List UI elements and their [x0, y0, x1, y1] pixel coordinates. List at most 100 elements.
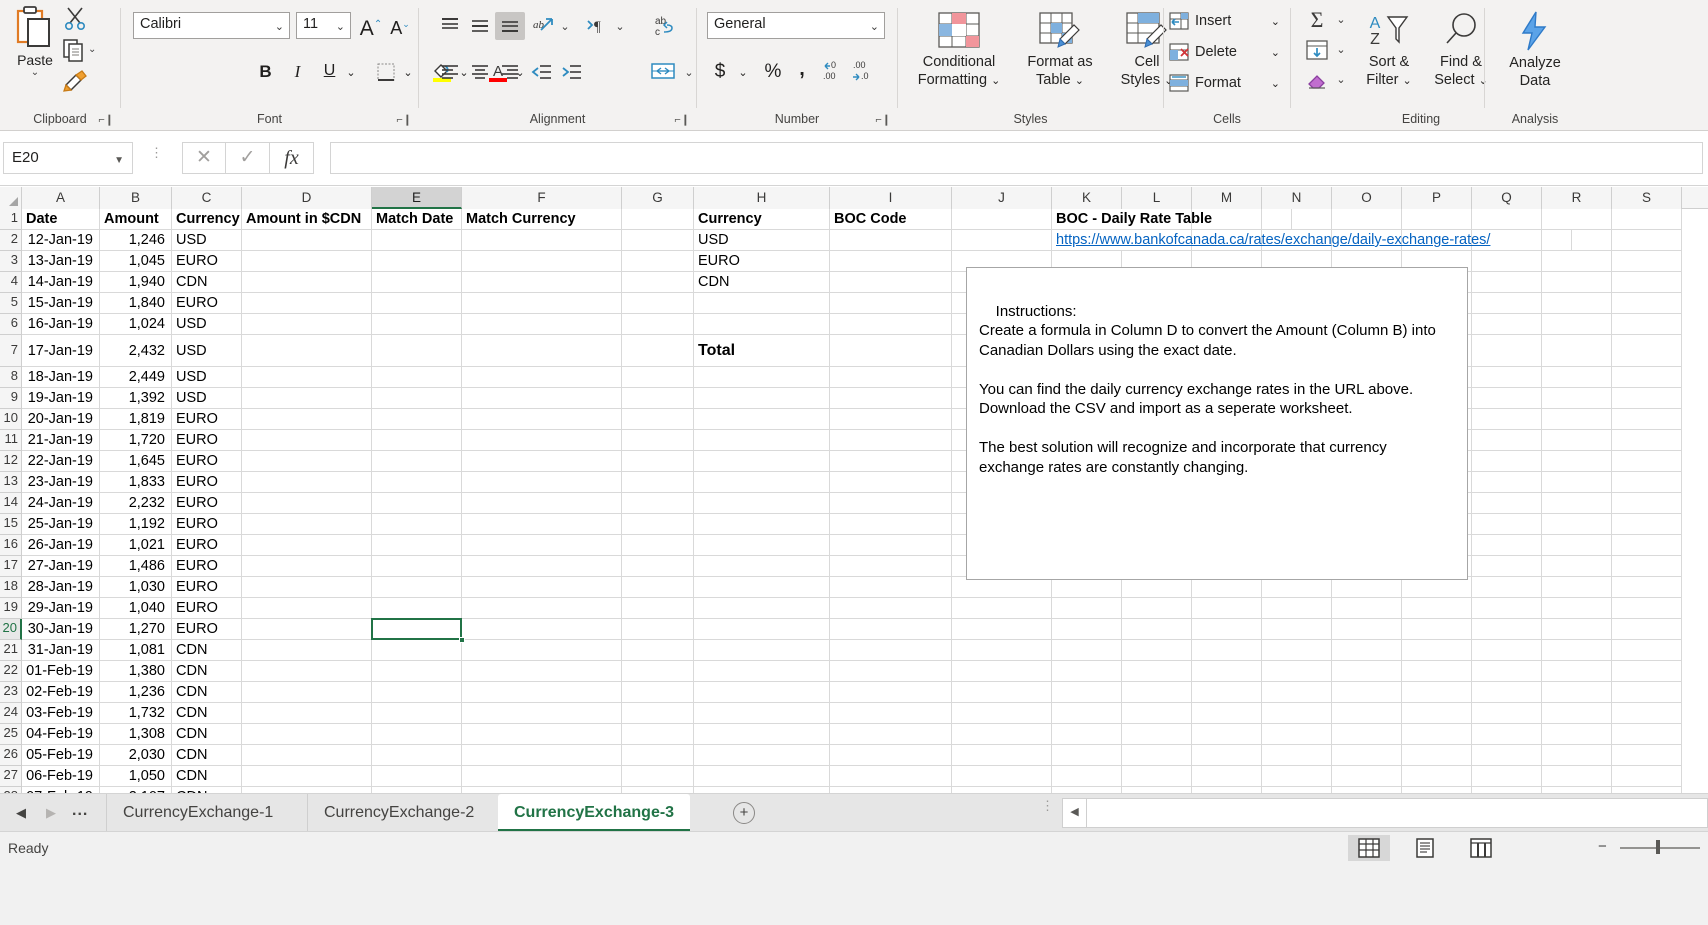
row-header-25[interactable]: 25 — [0, 724, 22, 745]
paste-button[interactable]: Paste ⌄ — [8, 4, 62, 100]
cell-S5[interactable] — [1612, 293, 1682, 314]
cell-D7[interactable] — [242, 335, 372, 367]
cell-R4[interactable] — [1542, 272, 1612, 293]
cell-O27[interactable] — [1332, 766, 1402, 787]
cell-F14[interactable] — [462, 493, 622, 514]
cell-D6[interactable] — [242, 314, 372, 335]
zoom-out-button[interactable]: − — [1598, 838, 1607, 855]
cell-S12[interactable] — [1612, 451, 1682, 472]
orientation-button[interactable]: ab — [529, 12, 557, 40]
cell-M22[interactable] — [1192, 661, 1262, 682]
cell-I6[interactable] — [830, 314, 952, 335]
cell-H16[interactable] — [694, 535, 830, 556]
cell-Q9[interactable] — [1472, 388, 1542, 409]
row-header-23[interactable]: 23 — [0, 682, 22, 703]
cell-B14[interactable]: 2,232 — [100, 493, 172, 514]
cell-D8[interactable] — [242, 367, 372, 388]
row-header-8[interactable]: 8 — [0, 367, 22, 388]
align-left-button[interactable] — [435, 58, 465, 86]
cell-B4[interactable]: 1,940 — [100, 272, 172, 293]
row-header-9[interactable]: 9 — [0, 388, 22, 409]
cell-A6[interactable]: 16-Jan-19 — [22, 314, 100, 335]
borders-button[interactable] — [371, 58, 401, 86]
cell-G3[interactable] — [622, 251, 694, 272]
cell-R10[interactable] — [1542, 409, 1612, 430]
cell-D18[interactable] — [242, 577, 372, 598]
cell-H26[interactable] — [694, 745, 830, 766]
cell-I10[interactable] — [830, 409, 952, 430]
cell-S22[interactable] — [1612, 661, 1682, 682]
cell-I1[interactable]: BOC Code — [830, 209, 952, 230]
cell-A11[interactable]: 21-Jan-19 — [22, 430, 100, 451]
cell-O20[interactable] — [1332, 619, 1402, 640]
delete-cells-button[interactable]: Delete ⌄ — [1168, 37, 1286, 67]
cell-F19[interactable] — [462, 598, 622, 619]
row-header-12[interactable]: 12 — [0, 451, 22, 472]
cell-R23[interactable] — [1542, 682, 1612, 703]
cell-M21[interactable] — [1192, 640, 1262, 661]
cell-M20[interactable] — [1192, 619, 1262, 640]
number-format-select[interactable]: General ⌄ — [707, 12, 885, 39]
cell-R18[interactable] — [1542, 577, 1612, 598]
cell-S10[interactable] — [1612, 409, 1682, 430]
cell-F11[interactable] — [462, 430, 622, 451]
column-header-J[interactable]: J — [952, 187, 1052, 209]
cell-A16[interactable]: 26-Jan-19 — [22, 535, 100, 556]
cell-L21[interactable] — [1122, 640, 1192, 661]
row-header-14[interactable]: 14 — [0, 493, 22, 514]
cell-G7[interactable] — [622, 335, 694, 367]
cell-R5[interactable] — [1542, 293, 1612, 314]
cell-O1[interactable] — [1332, 209, 1402, 230]
format-cells-button[interactable]: Format ⌄ — [1168, 68, 1286, 98]
cell-F7[interactable] — [462, 335, 622, 367]
cell-C24[interactable]: CDN — [172, 703, 242, 724]
cell-B12[interactable]: 1,645 — [100, 451, 172, 472]
cut-button[interactable] — [60, 4, 92, 34]
cell-A15[interactable]: 25-Jan-19 — [22, 514, 100, 535]
cell-F15[interactable] — [462, 514, 622, 535]
cell-B1[interactable]: Amount — [100, 209, 172, 230]
cell-E9[interactable] — [372, 388, 462, 409]
row-header-1[interactable]: 1 — [0, 209, 22, 230]
cell-E15[interactable] — [372, 514, 462, 535]
cell-K25[interactable] — [1052, 724, 1122, 745]
cell-B15[interactable]: 1,192 — [100, 514, 172, 535]
cell-E25[interactable] — [372, 724, 462, 745]
cell-B2[interactable]: 1,246 — [100, 230, 172, 251]
cell-S25[interactable] — [1612, 724, 1682, 745]
cell-B20[interactable]: 1,270 — [100, 619, 172, 640]
cell-M23[interactable] — [1192, 682, 1262, 703]
align-top-button[interactable] — [435, 12, 465, 40]
cell-A8[interactable]: 18-Jan-19 — [22, 367, 100, 388]
cell-S17[interactable] — [1612, 556, 1682, 577]
cell-D11[interactable] — [242, 430, 372, 451]
cell-E2[interactable] — [372, 230, 462, 251]
cell-L27[interactable] — [1122, 766, 1192, 787]
cell-H21[interactable] — [694, 640, 830, 661]
zoom-handle[interactable] — [1656, 840, 1660, 854]
cell-O24[interactable] — [1332, 703, 1402, 724]
page-break-preview-button[interactable] — [1460, 835, 1502, 861]
clear-chevron-down-icon[interactable]: ⌄ — [1333, 66, 1349, 94]
cell-D25[interactable] — [242, 724, 372, 745]
cell-D20[interactable] — [242, 619, 372, 640]
cell-M25[interactable] — [1192, 724, 1262, 745]
cell-I5[interactable] — [830, 293, 952, 314]
cell-R12[interactable] — [1542, 451, 1612, 472]
cell-N23[interactable] — [1262, 682, 1332, 703]
cell-Q6[interactable] — [1472, 314, 1542, 335]
cell-I13[interactable] — [830, 472, 952, 493]
cell-C12[interactable]: EURO — [172, 451, 242, 472]
cell-A17[interactable]: 27-Jan-19 — [22, 556, 100, 577]
copy-dropdown-chevron[interactable]: ⌄ — [88, 45, 96, 55]
cell-I18[interactable] — [830, 577, 952, 598]
cell-I4[interactable] — [830, 272, 952, 293]
cell-H9[interactable] — [694, 388, 830, 409]
cell-Q20[interactable] — [1472, 619, 1542, 640]
cell-F10[interactable] — [462, 409, 622, 430]
sheet-overflow-ellipsis[interactable]: ... — [72, 802, 88, 820]
cell-D12[interactable] — [242, 451, 372, 472]
column-header-R[interactable]: R — [1542, 187, 1612, 209]
cell-D10[interactable] — [242, 409, 372, 430]
cell-C8[interactable]: USD — [172, 367, 242, 388]
